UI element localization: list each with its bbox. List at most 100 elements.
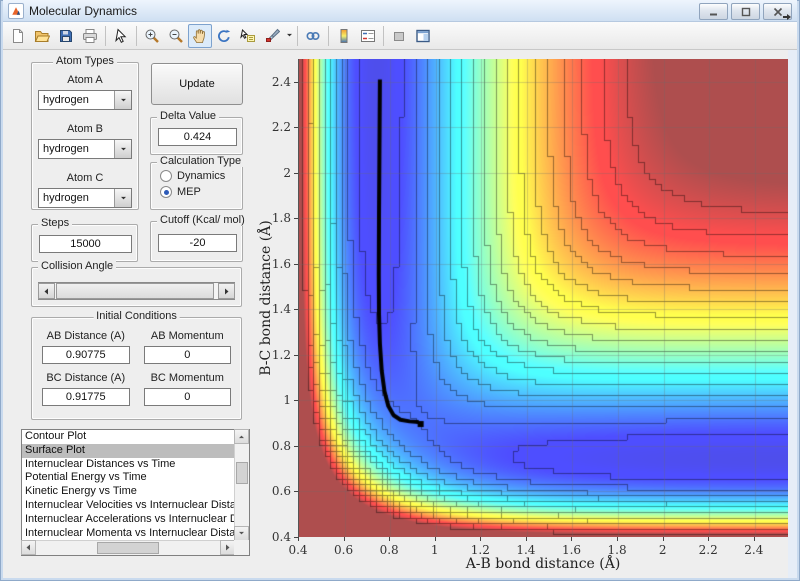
cutoff-group: Cutoff (Kcal/ mol) [150,214,248,262]
title-bar[interactable]: Molecular Dynamics [3,0,797,22]
hide-plot-tools-button[interactable] [387,24,411,48]
x-tick-mark [753,537,755,541]
atom-c-label: Atom C [66,172,104,184]
collision-angle-group: Collision Angle [31,260,242,307]
x-tick-mark [525,537,527,541]
minimize-button[interactable] [699,3,728,20]
y-tick-mark [294,445,298,447]
steps-field[interactable] [39,235,132,253]
scroll-up-icon[interactable] [234,429,249,444]
ab-distance-label: AB Distance (A) [46,330,125,342]
y-tick-mark [294,309,298,311]
atom-a-value: hydrogen [43,94,89,106]
window-edge [788,50,797,578]
scroll-right-icon[interactable] [220,540,235,555]
calculation-type-group: Calculation Type Dynamics MEP [150,155,245,210]
y-tick-mark [294,263,298,265]
x-tick-label: 0.4 [288,543,308,557]
x-tick-label: 1.4 [516,543,536,557]
plot-list-item[interactable]: Internuclear Velocities vs Internuclear … [22,499,234,513]
plot-list-item[interactable]: Internuclear Distances vs Time [22,458,234,472]
maximize-button[interactable] [731,3,760,20]
y-tick-mark [294,354,298,356]
link-plot-button[interactable] [301,24,325,48]
toolbar-separator [328,25,329,46]
print-figure-button[interactable] [78,24,102,48]
plot-list-item[interactable]: Internuclear Momenta vs Internuclear Dis… [22,527,234,540]
window-title: Molecular Dynamics [29,3,138,18]
toolbar-separator [136,25,137,46]
open-file-button[interactable] [30,24,54,48]
x-tick-label: 0.6 [334,543,354,557]
x-tick-label: 2 [658,543,667,557]
plot-list-item[interactable]: Contour Plot [22,430,234,444]
rotate-3d-button[interactable] [212,24,236,48]
atom-a-label: Atom A [67,74,103,86]
horizontal-scroll-thumb[interactable] [97,542,159,554]
toolbar-overflow-button[interactable] [783,8,791,26]
y-tick-mark [294,537,298,538]
brush-data-dropdown-arrow-icon[interactable] [284,24,294,48]
save-figure-button[interactable] [54,24,78,48]
toolbar-separator [105,25,106,46]
atom-b-value: hydrogen [43,143,89,155]
x-tick-mark [662,537,664,541]
insert-legend-button[interactable] [356,24,380,48]
atom-b-dropdown-arrow-icon[interactable] [114,140,131,158]
toolbar-separator [297,25,298,46]
pan-button[interactable] [188,23,212,48]
slider-thumb[interactable] [56,283,214,299]
ab-momentum-field[interactable] [143,346,231,364]
slider-left-arrow[interactable] [38,283,55,299]
update-button[interactable]: Update [151,63,243,105]
scrollbar-corner [234,540,249,555]
x-tick-mark [617,537,619,541]
steps-group: Steps [31,217,138,262]
plot-list-item[interactable]: Potential Energy vs Time [22,471,234,485]
plot-list-item[interactable]: Internuclear Accelerations vs Internucle… [22,513,234,527]
plot-list-item[interactable]: Kinetic Energy vs Time [22,485,234,499]
radio-mep[interactable]: MEP [160,186,242,198]
zoom-out-button[interactable] [164,24,188,48]
bc-distance-field[interactable] [42,388,130,406]
show-plot-tools-dock-button[interactable] [411,24,435,48]
vertical-scroll-thumb[interactable] [236,462,248,484]
radio-dynamics-icon[interactable] [160,170,172,182]
atom-a-dropdown-arrow-icon[interactable] [114,91,131,109]
y-tick-mark [294,172,298,174]
brush-data-button[interactable] [260,24,284,48]
pes-surface-plot[interactable] [299,59,789,537]
y-tick-label: 0.8 [271,438,291,453]
y-tick-label: 0.4 [271,530,291,544]
listbox-horizontal-scrollbar[interactable] [21,540,235,555]
atom-c-dropdown-arrow-icon[interactable] [114,189,131,207]
radio-dynamics[interactable]: Dynamics [160,170,242,182]
x-tick-mark [389,537,391,541]
atom-b-dropdown[interactable]: hydrogen [38,139,132,159]
scroll-left-icon[interactable] [21,540,36,555]
initial-conditions-group: Initial Conditions AB Distance (A) AB Mo… [31,310,242,420]
calculation-type-title: Calculation Type [157,155,245,167]
radio-mep-label: MEP [177,186,201,198]
atom-b-label: Atom B [66,123,104,135]
plot-list-item[interactable]: Surface Plot [22,443,234,458]
new-figure-button[interactable] [6,24,30,48]
y-tick-mark [294,400,298,402]
bc-momentum-field[interactable] [143,388,231,406]
radio-mep-icon[interactable] [160,186,172,198]
ab-distance-field[interactable] [42,346,130,364]
x-tick-label: 1.8 [607,543,627,557]
cutoff-field[interactable] [158,234,237,252]
plot-type-listbox[interactable]: Contour Plot Surface Plot Internuclear Dis… [21,429,250,556]
data-cursor-button[interactable] [236,24,260,48]
zoom-in-button[interactable] [140,24,164,48]
edit-plot-button[interactable] [109,24,133,48]
insert-colorbar-button[interactable] [332,24,356,48]
collision-angle-slider[interactable] [38,282,235,300]
atom-a-dropdown[interactable]: hydrogen [38,90,132,110]
delta-value-field[interactable] [158,128,237,146]
slider-right-arrow[interactable] [218,283,235,299]
scroll-down-icon[interactable] [234,526,249,541]
listbox-vertical-scrollbar[interactable] [234,429,249,541]
atom-c-dropdown[interactable]: hydrogen [38,188,132,208]
